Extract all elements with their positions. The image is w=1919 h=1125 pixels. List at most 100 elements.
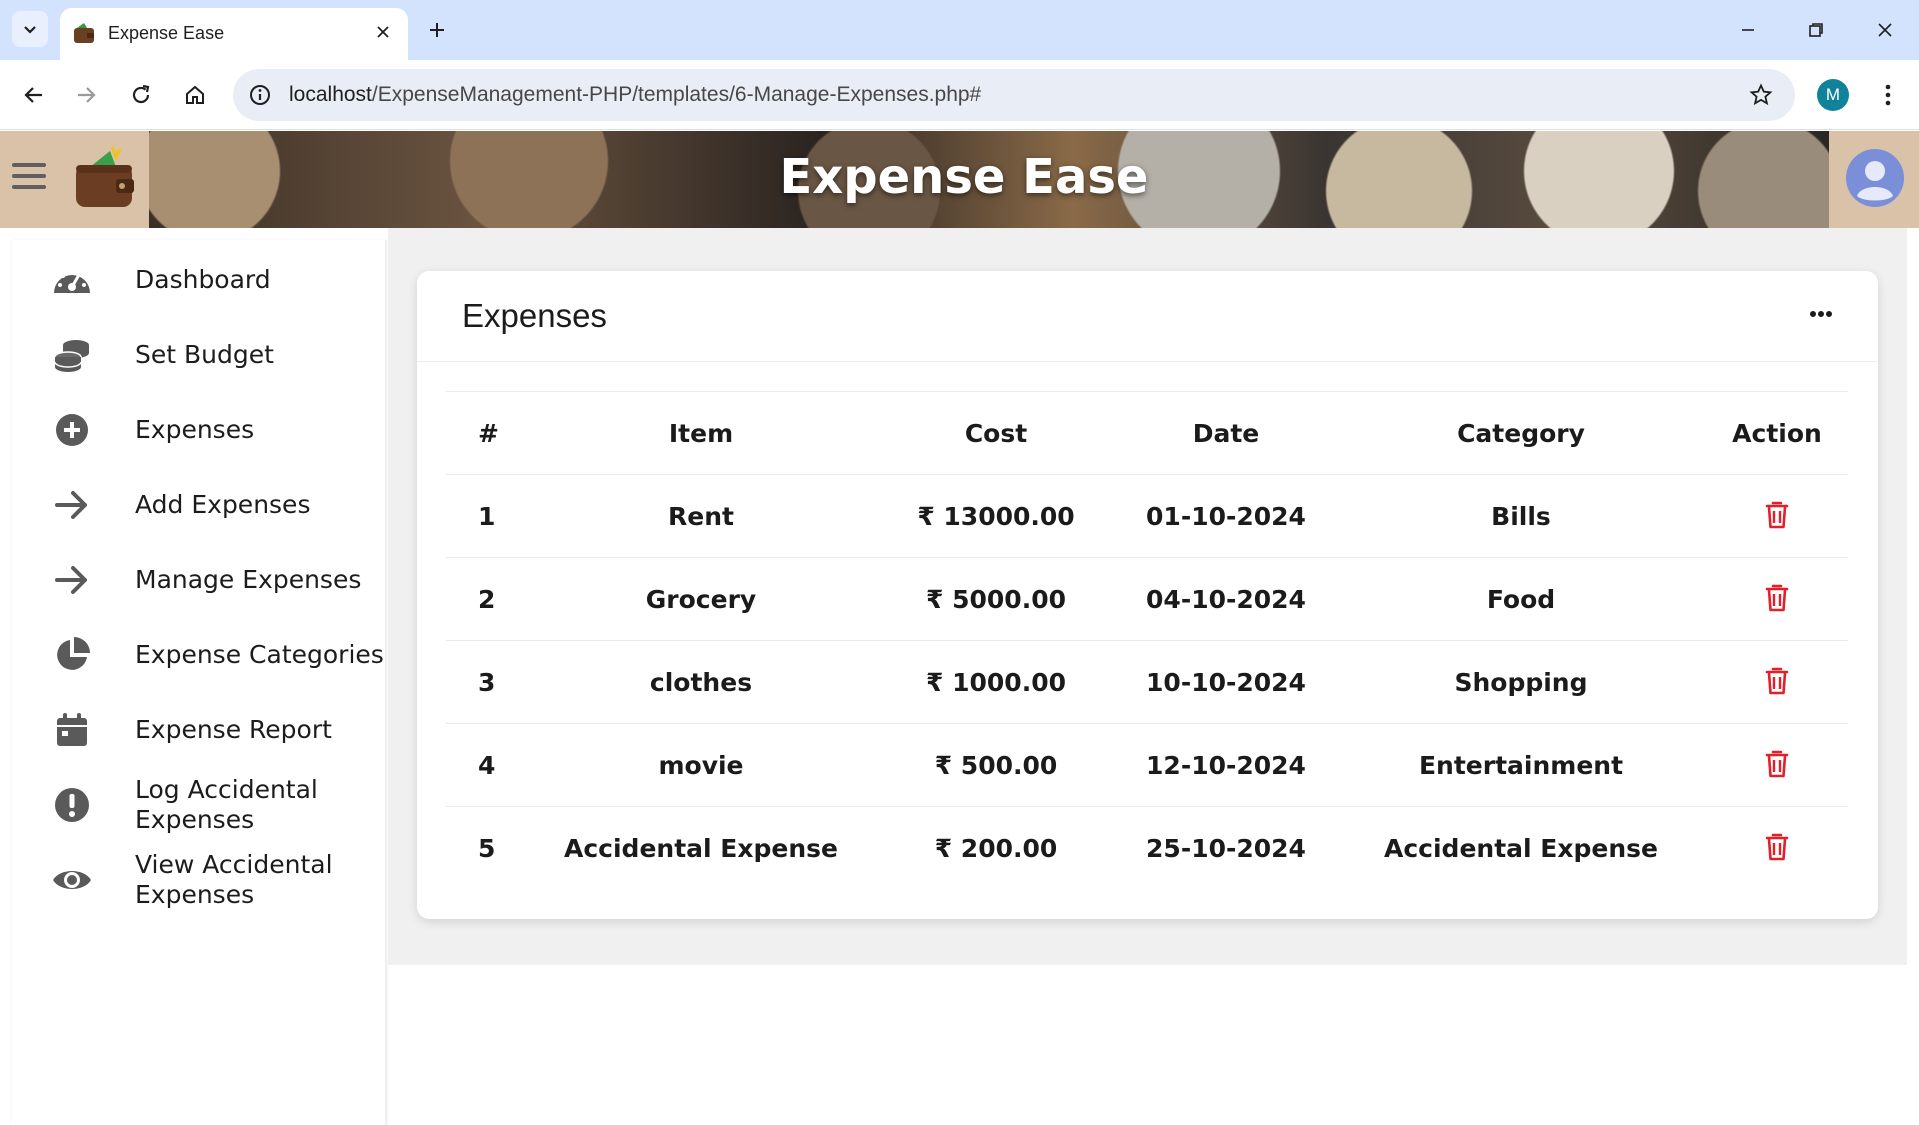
cell-action: [1706, 723, 1848, 807]
hamburger-menu-icon[interactable]: [12, 163, 46, 193]
address-bar[interactable]: localhost/ExpenseManagement-PHP/template…: [233, 69, 1795, 121]
cell-cost: ₹ 13000.00: [876, 474, 1116, 558]
sidebar-item-label: Manage Expenses: [135, 565, 362, 594]
plus-circle-icon: [50, 408, 94, 452]
cell-date: 01-10-2024: [1116, 474, 1336, 558]
restore-button[interactable]: [1788, 10, 1844, 50]
sidebar-item-label: Log Accidental Expenses: [135, 775, 318, 834]
column-header-number: #: [446, 391, 526, 475]
card-title: Expenses: [462, 297, 607, 334]
tab-title: Expense Ease: [108, 23, 225, 43]
plus-icon: [430, 23, 444, 37]
close-window-button[interactable]: [1857, 10, 1913, 50]
delete-trash-icon[interactable]: [1762, 830, 1792, 864]
expenses-card: Expenses # Item Cost Date Category Actio…: [417, 271, 1878, 919]
cell-number: 2: [446, 557, 526, 641]
cell-number: 5: [446, 806, 526, 890]
url-text[interactable]: localhost/ExpenseManagement-PHP/template…: [289, 83, 981, 107]
browser-menu-icon[interactable]: [1870, 77, 1906, 113]
tab-search-button[interactable]: [12, 11, 48, 47]
sidebar: Dashboard Set Budget Expenses Add Expens…: [12, 240, 387, 1125]
eye-icon: [50, 858, 94, 902]
restore-icon: [1809, 23, 1823, 37]
cell-cost: ₹ 1000.00: [876, 640, 1116, 724]
wallet-favicon-icon: [72, 21, 96, 45]
table-row: 3 clothes ₹ 1000.00 10-10-2024 Shopping: [446, 640, 1848, 724]
sidebar-item-label: View Accidental Expenses: [135, 850, 333, 909]
coins-icon: [50, 333, 94, 377]
delete-trash-icon[interactable]: [1762, 581, 1792, 615]
cell-date: 12-10-2024: [1116, 723, 1336, 807]
chevron-down-icon: [24, 26, 36, 34]
more-options-icon[interactable]: [1806, 304, 1836, 324]
column-header-category: Category: [1336, 391, 1706, 475]
url-host: localhost: [289, 83, 372, 106]
table-row: 5 Accidental Expense ₹ 200.00 25-10-2024…: [446, 806, 1848, 890]
arrow-left-icon: [24, 87, 42, 103]
sidebar-item-label: Expense Categories: [135, 640, 384, 669]
site-info-icon[interactable]: [247, 82, 273, 108]
cell-cost: ₹ 200.00: [876, 806, 1116, 890]
table-header-row: # Item Cost Date Category Action: [446, 391, 1848, 475]
arrow-right-icon: [50, 558, 94, 602]
cell-number: 1: [446, 474, 526, 558]
cell-item: Grocery: [526, 557, 876, 641]
sidebar-item-dashboard[interactable]: Dashboard: [12, 258, 387, 302]
sidebar-item-manage-expenses[interactable]: Manage Expenses: [12, 558, 387, 602]
new-tab-button[interactable]: [420, 13, 454, 47]
minimize-button[interactable]: [1720, 10, 1776, 50]
delete-trash-icon[interactable]: [1762, 498, 1792, 532]
forward-button[interactable]: [66, 75, 106, 115]
sidebar-item-label: Expenses: [135, 415, 255, 444]
cell-cost: ₹ 5000.00: [876, 557, 1116, 641]
cell-item: Rent: [526, 474, 876, 558]
sidebar-item-label: Set Budget: [135, 340, 274, 369]
cell-item: movie: [526, 723, 876, 807]
cell-item: Accidental Expense: [526, 806, 876, 890]
browser-toolbar: localhost/ExpenseManagement-PHP/template…: [0, 60, 1919, 130]
column-header-date: Date: [1116, 391, 1336, 475]
cell-number: 3: [446, 640, 526, 724]
sidebar-item-set-budget[interactable]: Set Budget: [12, 333, 387, 377]
table-row: 2 Grocery ₹ 5000.00 04-10-2024 Food: [446, 557, 1848, 641]
arrow-right-icon: [50, 483, 94, 527]
sidebar-item-expense-categories[interactable]: Expense Categories: [12, 633, 387, 677]
card-divider: [417, 361, 1878, 362]
delete-trash-icon[interactable]: [1762, 747, 1792, 781]
sidebar-item-log-accidental-expenses[interactable]: Log Accidental Expenses: [12, 770, 387, 840]
cell-category: Accidental Expense: [1336, 806, 1706, 890]
profile-avatar[interactable]: M: [1817, 79, 1849, 111]
wallet-logo-icon: [72, 145, 136, 211]
cell-category: Bills: [1336, 474, 1706, 558]
column-header-cost: Cost: [876, 391, 1116, 475]
sidebar-item-label: Dashboard: [135, 265, 271, 294]
user-avatar-icon[interactable]: [1845, 148, 1905, 208]
app-title: Expense Ease: [779, 149, 1149, 205]
close-tab-icon[interactable]: [370, 19, 396, 45]
cell-category: Shopping: [1336, 640, 1706, 724]
cell-item: clothes: [526, 640, 876, 724]
home-button[interactable]: [175, 75, 215, 115]
calendar-icon: [50, 708, 94, 752]
cell-category: Entertainment: [1336, 723, 1706, 807]
url-path: /ExpenseManagement-PHP/templates/6-Manag…: [371, 83, 982, 106]
back-button[interactable]: [14, 75, 54, 115]
browser-tab[interactable]: Expense Ease: [60, 8, 408, 60]
cell-date: 25-10-2024: [1116, 806, 1336, 890]
sidebar-item-expenses[interactable]: Expenses: [12, 408, 387, 452]
coins-banner: Expense Ease: [149, 131, 1829, 228]
cell-action: [1706, 557, 1848, 641]
cell-cost: ₹ 500.00: [876, 723, 1116, 807]
column-header-item: Item: [526, 391, 876, 475]
cell-date: 04-10-2024: [1116, 557, 1336, 641]
sidebar-item-add-expenses[interactable]: Add Expenses: [12, 483, 387, 527]
sidebar-item-label: Expense Report: [135, 715, 332, 744]
delete-trash-icon[interactable]: [1762, 664, 1792, 698]
sidebar-item-view-accidental-expenses[interactable]: View Accidental Expenses: [12, 845, 387, 915]
bookmark-star-icon[interactable]: [1747, 81, 1775, 109]
sidebar-item-expense-report[interactable]: Expense Report: [12, 708, 387, 752]
cell-date: 10-10-2024: [1116, 640, 1336, 724]
reload-button[interactable]: [121, 75, 161, 115]
gauge-icon: [50, 258, 94, 302]
cell-action: [1706, 806, 1848, 890]
